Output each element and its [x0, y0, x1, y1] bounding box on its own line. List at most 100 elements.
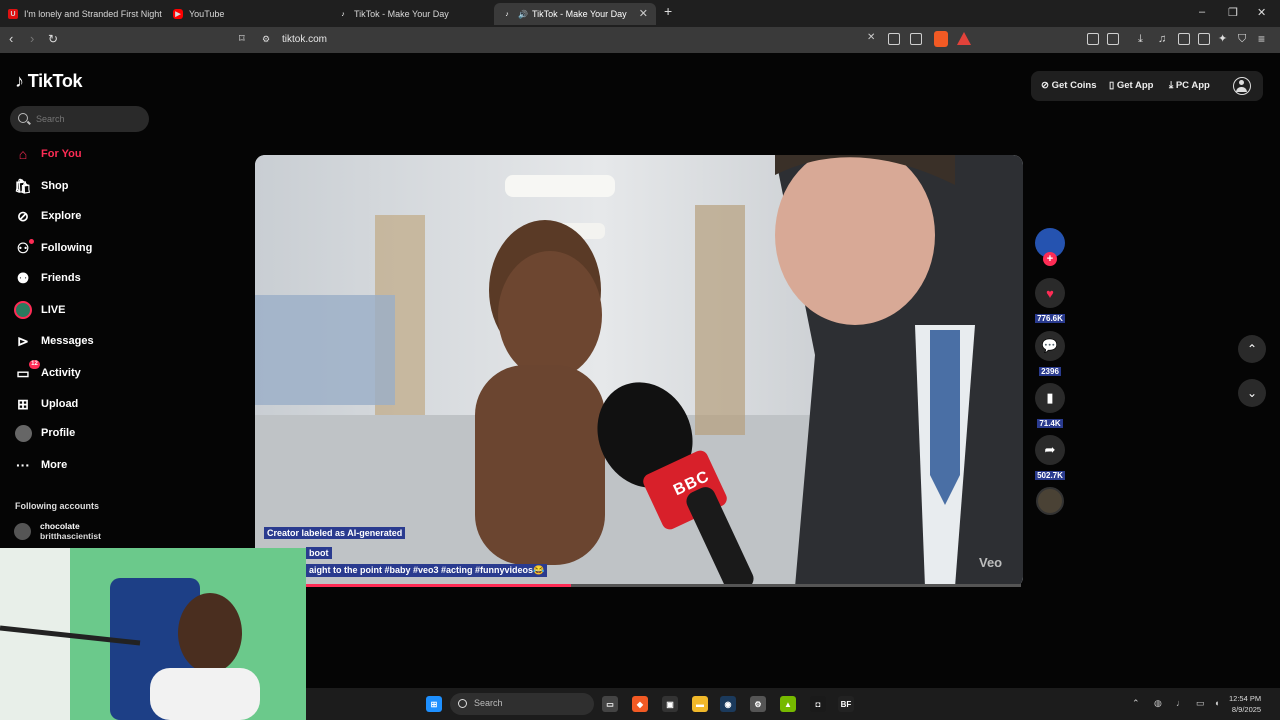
audio-icon: 🔊: [518, 9, 528, 19]
nav-messages[interactable]: ⊳ Messages: [14, 330, 93, 352]
follow-plus-icon[interactable]: +: [1043, 252, 1057, 266]
download-icon[interactable]: ⤓: [1138, 32, 1143, 46]
minimize-button[interactable]: –: [1199, 6, 1205, 18]
phone-icon: ▯: [1109, 80, 1115, 91]
mic-icon[interactable]: ♩: [1176, 698, 1185, 708]
following-icon: ⚇: [14, 239, 34, 257]
tab-youtube[interactable]: ▶ YouTube: [165, 3, 327, 25]
home-icon: ⌂: [18, 146, 28, 162]
task-view-icon[interactable]: ▭: [602, 696, 618, 712]
nav-profile[interactable]: Profile: [14, 422, 75, 444]
nav-activity[interactable]: ▭ 12 Activity: [14, 360, 81, 384]
share-action[interactable]: ➦ 502.7K: [1035, 435, 1065, 483]
webcam-overlay: [0, 548, 306, 720]
extensions-icon[interactable]: [1087, 33, 1099, 45]
nvidia-icon[interactable]: ▲: [780, 696, 796, 712]
translate-icon[interactable]: ✕: [867, 32, 879, 44]
close-tab-icon[interactable]: ✕: [639, 7, 648, 20]
nav-shop[interactable]: 🛍 Shop: [14, 175, 68, 197]
sidebar-icon[interactable]: [1178, 33, 1190, 45]
video-frame: [255, 155, 1023, 587]
profile-button[interactable]: [1233, 77, 1251, 95]
video-progress-fill: [306, 584, 571, 587]
file-explorer-icon[interactable]: ▬: [692, 696, 708, 712]
tiktok-icon: ♪: [341, 10, 345, 18]
nav-explore[interactable]: ⊘ Explore: [14, 205, 81, 227]
share-icon[interactable]: ➦: [1035, 435, 1065, 465]
get-coins-button[interactable]: ⊘ Get Coins: [1041, 80, 1096, 91]
search-box[interactable]: [10, 106, 149, 132]
u-icon: U: [8, 9, 18, 19]
share-icon[interactable]: [910, 33, 922, 45]
get-app-button[interactable]: ▯ Get App: [1109, 80, 1153, 91]
settings-icon[interactable]: ⚙: [750, 696, 766, 712]
ai-generated-label: Creator labeled as AI-generated: [264, 527, 406, 539]
back-icon[interactable]: ‹: [9, 32, 13, 46]
nav-friends[interactable]: ⚉ Friends: [14, 267, 81, 289]
like-action[interactable]: ♥ 776.6K: [1035, 278, 1065, 326]
upload-icon: ⊞: [17, 395, 29, 412]
windows-taskbar: ⊞ Search ▭ ◆ ▣ ▬ ◉ ⚙ ▲ ◘ BF ⌃ ◍ ♩ ▭ ◖ 12…: [306, 688, 1280, 720]
brave-rewards-icon[interactable]: [957, 32, 971, 45]
vpn-icon[interactable]: ⛉: [1238, 32, 1246, 46]
comment-action[interactable]: 💬 2396: [1035, 331, 1065, 379]
tab-tiktok-1[interactable]: ♪ TikTok - Make Your Day: [330, 3, 492, 25]
tray-chevron-icon[interactable]: ⌃: [1132, 698, 1140, 709]
close-window-button[interactable]: ✕: [1257, 6, 1266, 19]
tiktok-icon: ♪: [505, 10, 509, 18]
wallet-icon[interactable]: [1198, 33, 1210, 45]
music-icon[interactable]: ♫: [1158, 32, 1166, 46]
nav-live[interactable]: LIVE: [14, 299, 65, 321]
tiktok-icon: ♪: [15, 71, 24, 91]
volume-icon[interactable]: ◖: [1214, 698, 1219, 708]
tiktok-logo[interactable]: ♪ TikTok: [15, 71, 83, 92]
nav-following[interactable]: ⚇ Following: [14, 237, 92, 259]
pc-app-button[interactable]: ⤓ PC App: [1169, 80, 1210, 91]
taskbar-clock[interactable]: 12:54 PM 8/9/2025: [1229, 693, 1261, 715]
video-author[interactable]: boot: [306, 547, 332, 559]
bookmark-icon[interactable]: ▮: [1035, 383, 1065, 413]
brave-shields-icon[interactable]: [934, 31, 948, 47]
profile-icon: [14, 424, 32, 442]
tab-1[interactable]: U I'm lonely and Stranded First Night V: [0, 3, 162, 25]
app-icon-bf[interactable]: BF: [838, 696, 854, 712]
heart-icon[interactable]: ♥: [1035, 278, 1065, 308]
nav-upload[interactable]: ⊞ Upload: [14, 393, 78, 415]
leo-ai-icon[interactable]: ✦: [1218, 32, 1227, 46]
app-icon-2[interactable]: ◘: [810, 696, 826, 712]
video-progress-bar[interactable]: [306, 584, 1021, 587]
nav-more[interactable]: ··· More: [14, 454, 67, 476]
steam-icon[interactable]: ◉: [720, 696, 736, 712]
tab-search-icon[interactable]: [1107, 33, 1119, 45]
network-icon[interactable]: ▭: [1196, 698, 1205, 709]
menu-icon[interactable]: ≡: [1258, 32, 1265, 46]
restore-button[interactable]: ❐: [1228, 6, 1238, 19]
following-account-item[interactable]: chocolate britthascientist: [14, 521, 101, 541]
nav-for-you[interactable]: ⌂ For You: [14, 143, 82, 165]
activity-icon: ▭ 12: [14, 360, 40, 382]
reload-icon[interactable]: ↻: [48, 32, 58, 46]
bookmark-icon[interactable]: ⌑: [239, 32, 245, 46]
comment-icon[interactable]: 💬: [1035, 331, 1065, 361]
chevron-up-icon: ⌃: [1246, 342, 1258, 356]
compass-icon: ⊘: [17, 207, 29, 224]
site-settings-icon[interactable]: ⚙: [262, 32, 270, 46]
save-action[interactable]: ▮ 71.4K: [1035, 383, 1065, 431]
taskbar-search[interactable]: Search: [450, 693, 594, 715]
app-icon-1[interactable]: ▣: [662, 696, 678, 712]
video-caption[interactable]: aight to the point #baby #veo3 #acting #…: [306, 564, 548, 577]
next-video-button[interactable]: ⌄: [1238, 379, 1266, 407]
brave-browser-icon[interactable]: ◆: [632, 696, 648, 712]
video-player[interactable]: BBC: [255, 155, 1023, 587]
sound-disc[interactable]: [1036, 487, 1064, 515]
previous-video-button[interactable]: ⌃: [1238, 335, 1266, 363]
new-tab-button[interactable]: +: [664, 3, 672, 19]
comment-count: 2396: [1039, 367, 1061, 376]
tab-tiktok-active[interactable]: ♪ 🔊 TikTok - Make Your Day ✕: [494, 3, 656, 25]
webcam-feed: [0, 548, 306, 720]
screencast-icon[interactable]: [888, 33, 900, 45]
windows-start-icon[interactable]: ⊞: [426, 696, 442, 712]
forward-icon[interactable]: ›: [30, 32, 34, 46]
search-input[interactable]: [36, 110, 146, 128]
tray-app-icon[interactable]: ◍: [1154, 698, 1162, 709]
